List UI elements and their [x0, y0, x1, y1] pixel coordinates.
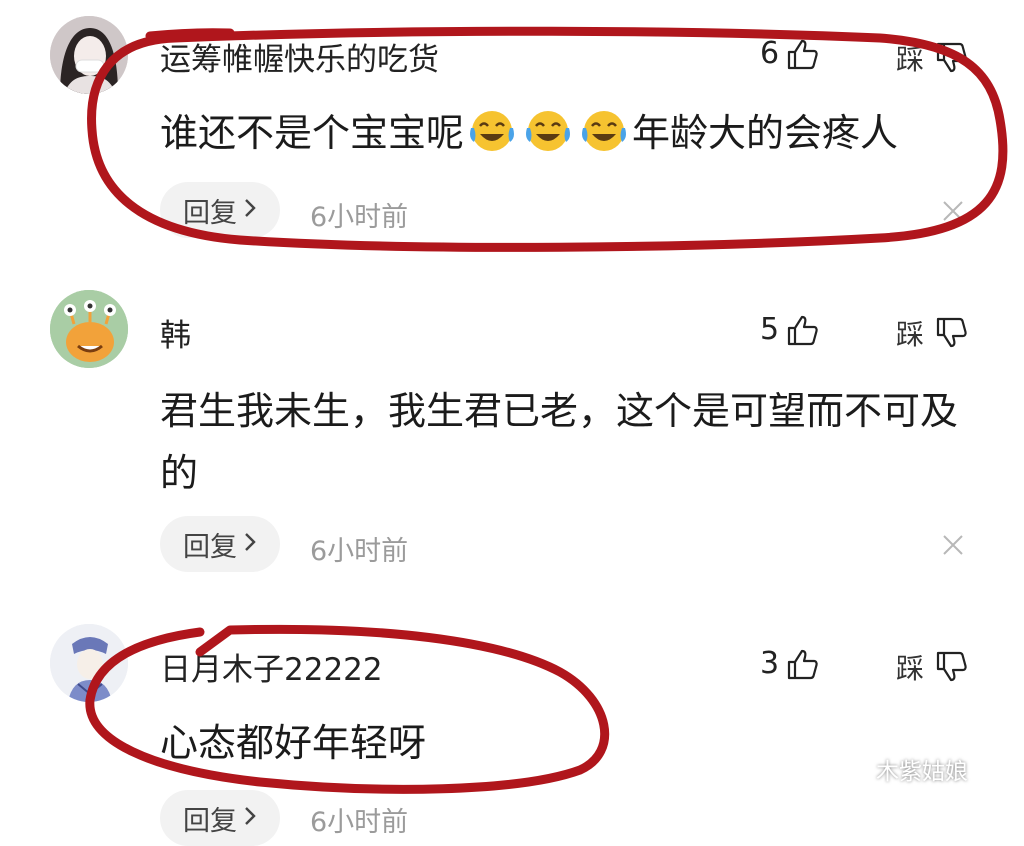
thumbs-up-icon — [785, 313, 819, 347]
avatar[interactable] — [50, 16, 128, 94]
avatar[interactable] — [50, 624, 128, 702]
timestamp: 6小时前 — [310, 202, 409, 233]
dislike-label: 踩 — [896, 43, 925, 76]
reply-label: 回复 — [183, 197, 237, 229]
dislike-button[interactable]: 踩 — [896, 313, 968, 353]
timestamp: 6小时前 — [310, 536, 409, 567]
wechat-icon — [838, 754, 868, 784]
comment-text-start: 谁还不是个宝宝呢 — [160, 111, 465, 155]
watermark-text: 木紫姑娘 — [876, 759, 968, 785]
comment-text-end: 年龄大的会疼人 — [632, 111, 899, 155]
thumbs-down-icon — [934, 650, 968, 684]
dislike-button[interactable]: 踩 — [896, 38, 968, 78]
username[interactable]: 韩 — [160, 310, 191, 355]
like-count: 3 — [760, 646, 780, 681]
dislike-label: 踩 — [896, 652, 925, 685]
avatar-girl-image — [50, 16, 128, 94]
username[interactable]: 运筹帷幄快乐的吃货 — [160, 34, 439, 79]
comment-text: 谁还不是个宝宝呢 年龄大的会疼人 — [160, 104, 990, 170]
crying-laughing-emoji — [524, 108, 572, 170]
reply-label: 回复 — [183, 531, 237, 563]
reply-button[interactable]: 回复 — [160, 182, 280, 238]
avatar-monster-image — [50, 290, 128, 368]
close-icon[interactable] — [940, 532, 966, 558]
chevron-right-icon — [243, 803, 257, 834]
like-count: 6 — [760, 36, 780, 71]
reply-label: 回复 — [183, 805, 237, 837]
like-button[interactable]: 5 — [760, 312, 819, 347]
thumbs-up-icon — [785, 647, 819, 681]
dislike-label: 踩 — [896, 318, 925, 351]
chevron-right-icon — [243, 529, 257, 560]
comment-text: 君生我未生，我生君已老，这个是可望而不可及的 — [160, 389, 959, 495]
like-count: 5 — [760, 312, 780, 347]
reply-button[interactable]: 回复 — [160, 790, 280, 846]
crying-laughing-emoji — [580, 108, 628, 170]
crying-laughing-emoji — [468, 108, 516, 170]
watermark: 木紫姑娘 — [838, 752, 968, 786]
like-button[interactable]: 3 — [760, 646, 819, 681]
close-icon[interactable] — [940, 198, 966, 224]
avatar[interactable] — [50, 290, 128, 368]
dislike-button[interactable]: 踩 — [896, 647, 968, 687]
chevron-right-icon — [243, 195, 257, 226]
avatar-illustration-image — [50, 624, 128, 702]
timestamp: 6小时前 — [310, 807, 409, 838]
username[interactable]: 日月木子22222 — [160, 644, 383, 689]
thumbs-down-icon — [934, 41, 968, 75]
thumbs-up-icon — [785, 37, 819, 71]
like-button[interactable]: 6 — [760, 36, 819, 71]
reply-button[interactable]: 回复 — [160, 516, 280, 572]
thumbs-down-icon — [934, 316, 968, 350]
